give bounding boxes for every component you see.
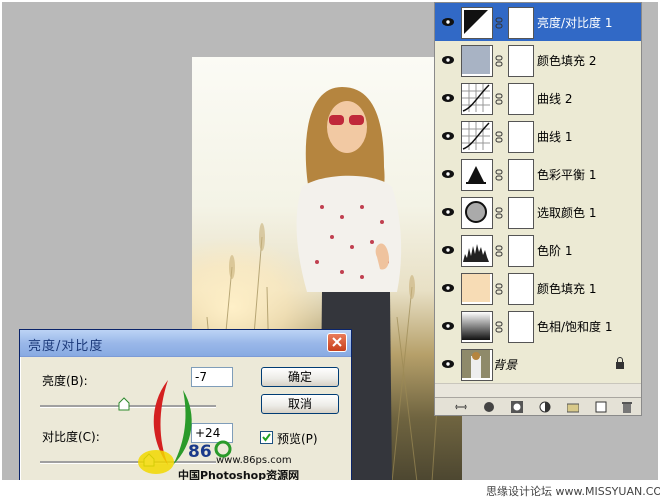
visibility-eye-icon[interactable]: [441, 53, 455, 67]
mask-link-icon[interactable]: [495, 321, 503, 333]
layer-name[interactable]: 颜色填充 2: [537, 52, 596, 69]
solid-fill-icon[interactable]: [461, 273, 493, 305]
layer-mask-thumbnail[interactable]: [508, 197, 534, 229]
color-balance-icon[interactable]: [461, 159, 493, 191]
brightness-label: 亮度(B):: [42, 374, 88, 388]
dialog-title: 亮度/对比度: [28, 339, 104, 354]
close-button[interactable]: [327, 333, 347, 352]
mask-link-icon[interactable]: [495, 55, 503, 67]
watermark-site: 中国Photoshop资源网: [178, 469, 300, 480]
link-icon[interactable]: [455, 401, 467, 413]
visibility-eye-icon[interactable]: [441, 15, 455, 29]
mask-link-icon[interactable]: [495, 131, 503, 143]
visibility-eye-icon[interactable]: [441, 205, 455, 219]
contrast-label: 对比度(C):: [42, 430, 100, 444]
layer-row[interactable]: 亮度/对比度 1: [435, 3, 641, 42]
layer-mask-thumbnail[interactable]: [508, 159, 534, 191]
group-folder-icon[interactable]: [566, 401, 580, 413]
mask-link-icon[interactable]: [495, 17, 503, 29]
forum-footer: 思缘设计论坛 www.MISSYUAN.COM: [486, 485, 660, 498]
layer-row[interactable]: 背景: [435, 345, 641, 384]
photo-thumbnail[interactable]: [461, 349, 493, 381]
mask-link-icon[interactable]: [495, 93, 503, 105]
layer-name[interactable]: 曲线 1: [537, 128, 572, 145]
visibility-eye-icon[interactable]: [441, 129, 455, 143]
visibility-eye-icon[interactable]: [441, 357, 455, 371]
layer-row[interactable]: 曲线 1: [435, 117, 641, 156]
layer-row[interactable]: 色彩平衡 1: [435, 155, 641, 194]
visibility-eye-icon[interactable]: [441, 91, 455, 105]
layers-panel: 亮度/对比度 1 颜色填充 2 曲线 2 曲线 1 色彩平衡 1 选取颜色 1 色阶 1 颜色…: [434, 2, 642, 416]
close-icon: [332, 337, 342, 347]
layer-name[interactable]: 颜色填充 1: [537, 280, 596, 297]
brightness-contrast-dialog: 亮度/对比度 亮度(B): -7 对比度(C): +24 确定 取消 预览(P): [19, 329, 352, 480]
layer-name[interactable]: 背景: [493, 356, 517, 373]
layer-row[interactable]: 颜色填充 2: [435, 41, 641, 80]
layer-mask-thumbnail[interactable]: [508, 121, 534, 153]
visibility-eye-icon[interactable]: [441, 319, 455, 333]
layer-row[interactable]: 曲线 2: [435, 79, 641, 118]
visibility-eye-icon[interactable]: [441, 243, 455, 257]
adjustment-layer-icon[interactable]: [539, 401, 551, 413]
mask-link-icon[interactable]: [495, 283, 503, 295]
layer-name[interactable]: 色彩平衡 1: [537, 166, 596, 183]
curves-icon[interactable]: [461, 83, 493, 115]
layer-row[interactable]: 选取颜色 1: [435, 193, 641, 232]
dialog-titlebar[interactable]: 亮度/对比度: [20, 330, 351, 357]
layer-name[interactable]: 色阶 1: [537, 242, 572, 259]
mask-link-icon[interactable]: [495, 207, 503, 219]
lock-icon: [615, 357, 625, 369]
hue-saturation-icon[interactable]: [461, 311, 493, 343]
layer-mask-thumbnail[interactable]: [508, 45, 534, 77]
layer-name[interactable]: 色相/饱和度 1: [537, 318, 613, 335]
layer-row[interactable]: 色相/饱和度 1: [435, 307, 641, 346]
mask-link-icon[interactable]: [495, 245, 503, 257]
levels-icon[interactable]: [461, 235, 493, 267]
watermark-number: 86: [188, 442, 212, 462]
layer-name[interactable]: 选取颜色 1: [537, 204, 596, 221]
visibility-eye-icon[interactable]: [441, 167, 455, 181]
solid-fill-icon[interactable]: [461, 45, 493, 77]
layer-row[interactable]: 颜色填充 1: [435, 269, 641, 308]
layer-row[interactable]: 色阶 1: [435, 231, 641, 270]
visibility-eye-icon[interactable]: [441, 281, 455, 295]
layer-name[interactable]: 曲线 2: [537, 90, 572, 107]
trash-icon[interactable]: [621, 401, 633, 413]
layer-mask-thumbnail[interactable]: [508, 83, 534, 115]
mask-link-icon[interactable]: [495, 169, 503, 181]
layer-mask-thumbnail[interactable]: [508, 311, 534, 343]
site-watermark: 86 www.86ps.com 中国Photoshop资源网: [128, 370, 338, 480]
layer-style-icon[interactable]: [483, 401, 495, 413]
selective-color-icon[interactable]: [461, 197, 493, 229]
new-layer-icon[interactable]: [595, 401, 607, 413]
layer-toolbar: [435, 397, 641, 415]
layer-mask-icon[interactable]: [511, 401, 523, 413]
layer-mask-thumbnail[interactable]: [508, 7, 534, 39]
brightness-contrast-icon[interactable]: [461, 7, 493, 39]
layer-mask-thumbnail[interactable]: [508, 235, 534, 267]
layer-mask-thumbnail[interactable]: [508, 273, 534, 305]
workspace-canvas: 亮度/对比度 1 颜色填充 2 曲线 2 曲线 1 色彩平衡 1 选取颜色 1 色阶 1 颜色…: [2, 2, 658, 480]
watermark-url: www.86ps.com: [216, 455, 292, 466]
curves-icon[interactable]: [461, 121, 493, 153]
layer-name[interactable]: 亮度/对比度 1: [537, 14, 613, 31]
